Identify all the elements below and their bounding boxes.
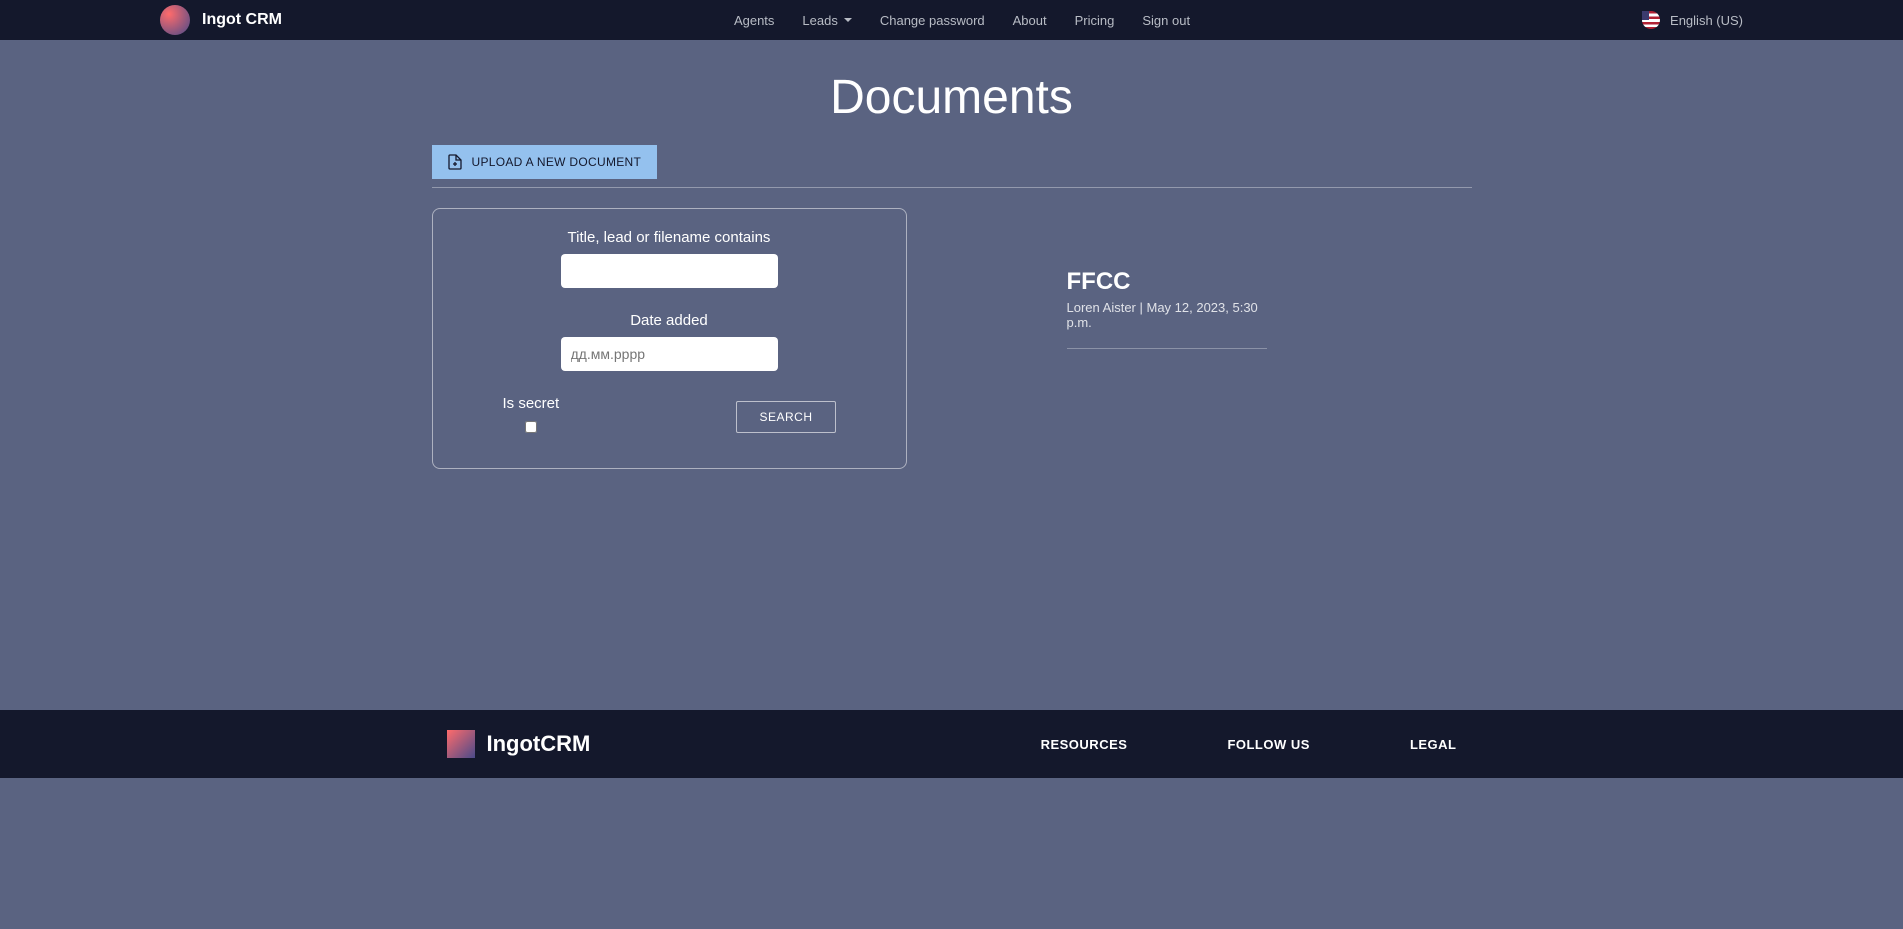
header-brand[interactable]: Ingot CRM — [160, 5, 282, 35]
footer-brand: IngotCRM — [487, 731, 591, 757]
document-title[interactable]: FFCC — [1067, 268, 1267, 296]
footer-follow-us[interactable]: FOLLOW US — [1227, 737, 1310, 752]
us-flag-icon — [1642, 11, 1660, 29]
title-search-group: Title, lead or filename contains — [463, 229, 876, 288]
search-button[interactable]: SEARCH — [736, 401, 835, 433]
footer-inner: IngotCRM RESOURCES FOLLOW US LEGAL — [427, 730, 1477, 758]
brand-name: Ingot CRM — [202, 11, 282, 29]
secret-group: Is secret — [503, 395, 560, 438]
secret-checkbox[interactable] — [525, 421, 537, 433]
secret-label: Is secret — [503, 395, 560, 412]
footer: IngotCRM RESOURCES FOLLOW US LEGAL — [0, 710, 1903, 778]
date-search-input[interactable] — [561, 337, 778, 371]
chevron-down-icon — [844, 18, 852, 22]
nav-sign-out[interactable]: Sign out — [1142, 13, 1190, 28]
nav-leads[interactable]: Leads — [802, 13, 851, 28]
nav-change-password[interactable]: Change password — [880, 13, 985, 28]
document-item: FFCC Loren Aister | May 12, 2023, 5:30 p… — [1067, 268, 1267, 349]
footer-logo-icon — [447, 730, 475, 758]
nav-links: Agents Leads Change password About Prici… — [734, 13, 1190, 28]
footer-legal[interactable]: LEGAL — [1410, 737, 1457, 752]
nav-agents[interactable]: Agents — [734, 13, 774, 28]
date-search-group: Date added — [463, 312, 876, 371]
nav-pricing[interactable]: Pricing — [1075, 13, 1115, 28]
file-plus-icon — [448, 154, 462, 170]
document-meta: Loren Aister | May 12, 2023, 5:30 p.m. — [1067, 300, 1267, 330]
nav-about[interactable]: About — [1013, 13, 1047, 28]
upload-section: UPLOAD A NEW DOCUMENT — [427, 145, 1477, 188]
page-title: Documents — [427, 70, 1477, 125]
upload-button-label: UPLOAD A NEW DOCUMENT — [472, 155, 642, 169]
upload-button[interactable]: UPLOAD A NEW DOCUMENT — [432, 145, 658, 179]
main-content: Documents UPLOAD A NEW DOCUMENT Title, l… — [427, 40, 1477, 710]
form-bottom-row: Is secret SEARCH — [463, 395, 876, 448]
footer-brand-section[interactable]: IngotCRM — [447, 730, 591, 758]
title-search-label: Title, lead or filename contains — [463, 229, 876, 246]
nav-leads-label: Leads — [802, 13, 837, 28]
language-label: English (US) — [1670, 13, 1743, 28]
title-search-input[interactable] — [561, 254, 778, 288]
language-selector[interactable]: English (US) — [1642, 11, 1743, 29]
document-author: Loren Aister — [1067, 300, 1136, 315]
date-search-label: Date added — [463, 312, 876, 329]
footer-resources[interactable]: RESOURCES — [1041, 737, 1128, 752]
logo-icon — [160, 5, 190, 35]
header: Ingot CRM Agents Leads Change password A… — [0, 0, 1903, 40]
content-area: Title, lead or filename contains Date ad… — [427, 188, 1477, 489]
search-panel: Title, lead or filename contains Date ad… — [432, 208, 907, 469]
footer-links: RESOURCES FOLLOW US LEGAL — [1041, 737, 1457, 752]
documents-list: FFCC Loren Aister | May 12, 2023, 5:30 p… — [947, 208, 1472, 469]
